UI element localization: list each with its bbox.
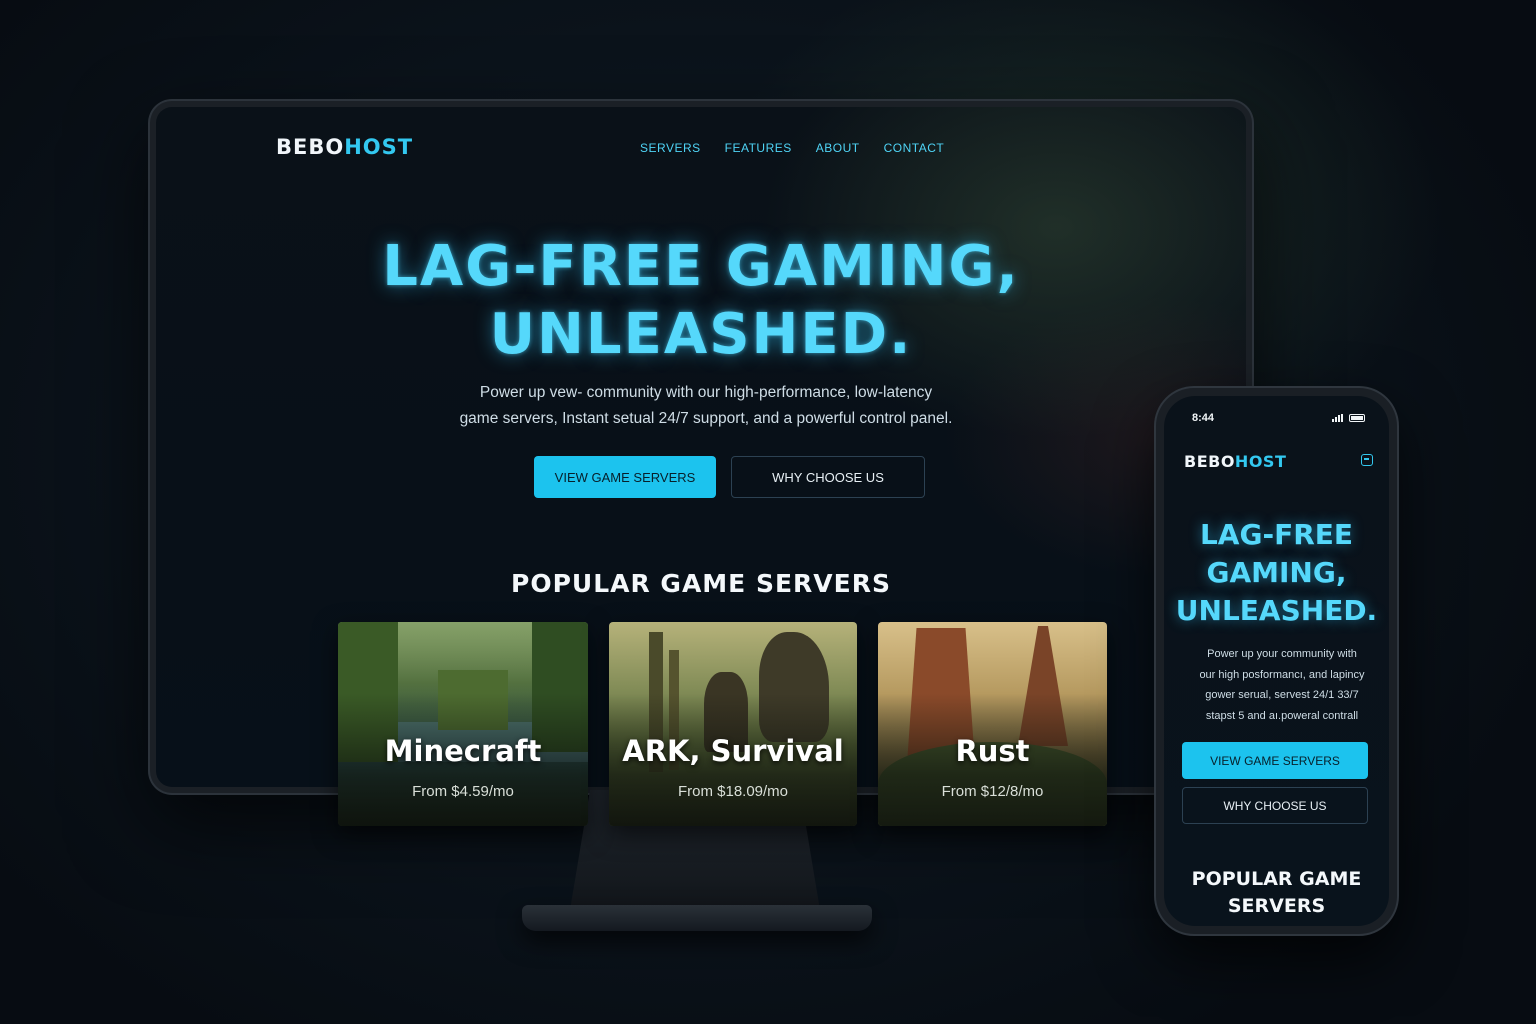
- game-card-rust[interactable]: Rust From $12/8/mo: [878, 622, 1107, 826]
- logo-part-host: HOST: [1234, 452, 1287, 471]
- mobile-phone: 8:44 BEBOHOST LAG-FREE GAMING, UNLEASHED…: [1156, 388, 1397, 934]
- hero-subtitle-line2: game servers, Instant setual 24/7 suppor…: [459, 410, 953, 427]
- mobile-hero-title: LAG-FREE GAMING, UNLEASHED.: [1164, 516, 1389, 630]
- hero-title: LAG-FREE GAMING, UNLEASHED.: [156, 233, 1246, 369]
- logo-part-host: HOST: [344, 135, 414, 159]
- view-game-servers-button[interactable]: VIEW GAME SERVERS: [534, 456, 716, 498]
- monitor-stand-base: [522, 905, 872, 931]
- hero-subtitle: Power up vew- community with our high-pe…: [446, 380, 966, 432]
- signal-icon: [1332, 414, 1343, 422]
- desktop-logo[interactable]: BEBOHOST: [276, 135, 413, 159]
- mobile-logo[interactable]: BEBOHOST: [1184, 452, 1286, 471]
- desktop-nav: SERVERS FEATURES ABOUT CONTACT: [640, 141, 944, 155]
- hero-title-line1: LAG-FREE GAMING,: [382, 234, 1020, 299]
- mobile-hero-title-line1: LAG-FREE: [1199, 518, 1354, 551]
- nav-servers[interactable]: SERVERS: [640, 141, 701, 155]
- status-time: 8:44: [1192, 412, 1215, 424]
- mobile-subtitle-line: gower serual, servest 24/1 33/7: [1205, 689, 1359, 701]
- game-card-name: Minecraft: [384, 734, 542, 768]
- game-card-name: ARK, Survival: [622, 734, 844, 768]
- game-card-name: Rust: [955, 734, 1030, 768]
- mobile-why-choose-us-button[interactable]: WHY CHOOSE US: [1182, 787, 1368, 824]
- game-card-minecraft[interactable]: Minecraft From $4.59/mo: [338, 622, 588, 826]
- status-icons: [1332, 414, 1365, 422]
- mobile-section-line2: SERVERS: [1227, 895, 1326, 917]
- mobile-popular-servers-title: POPULAR GAME SERVERS: [1164, 866, 1389, 920]
- mobile-view-game-servers-button[interactable]: VIEW GAME SERVERS: [1182, 742, 1368, 779]
- mobile-subtitle-line: stapst 5 and aı.poweral contrall: [1205, 709, 1359, 722]
- hero-subtitle-line1: Power up vew- community with our high-pe…: [479, 384, 933, 401]
- battery-icon: [1349, 414, 1365, 422]
- popular-servers-title: POPULAR GAME SERVERS: [511, 569, 891, 598]
- mobile-subtitle-line: our high posformancı, and lapincy: [1199, 668, 1365, 681]
- nav-about[interactable]: ABOUT: [816, 141, 860, 155]
- mobile-hero-title-line3: UNLEASHED.: [1175, 594, 1378, 627]
- mobile-subtitle-line: Power up your community with: [1207, 648, 1357, 660]
- hero-title-line2: UNLEASHED.: [489, 302, 913, 367]
- why-choose-us-button[interactable]: WHY CHOOSE US: [731, 456, 925, 498]
- logo-part-bebo: BEBO: [276, 135, 345, 159]
- mobile-section-line1: POPULAR GAME: [1191, 868, 1362, 890]
- game-card-price: From $12/8/mo: [941, 783, 1044, 800]
- logo-part-bebo: BEBO: [1184, 452, 1235, 471]
- game-card-ark[interactable]: ARK, Survival From $18.09/mo: [609, 622, 857, 826]
- menu-icon[interactable]: [1361, 454, 1373, 466]
- nav-features[interactable]: FEATURES: [725, 141, 792, 155]
- game-card-price: From $4.59/mo: [412, 783, 514, 800]
- mobile-hero-title-line2: GAMING,: [1206, 556, 1347, 589]
- mobile-hero-subtitle: Power up your community with our high po…: [1182, 644, 1382, 726]
- nav-contact[interactable]: CONTACT: [884, 141, 945, 155]
- game-card-price: From $18.09/mo: [677, 783, 789, 800]
- mobile-screen: 8:44 BEBOHOST LAG-FREE GAMING, UNLEASHED…: [1164, 396, 1389, 926]
